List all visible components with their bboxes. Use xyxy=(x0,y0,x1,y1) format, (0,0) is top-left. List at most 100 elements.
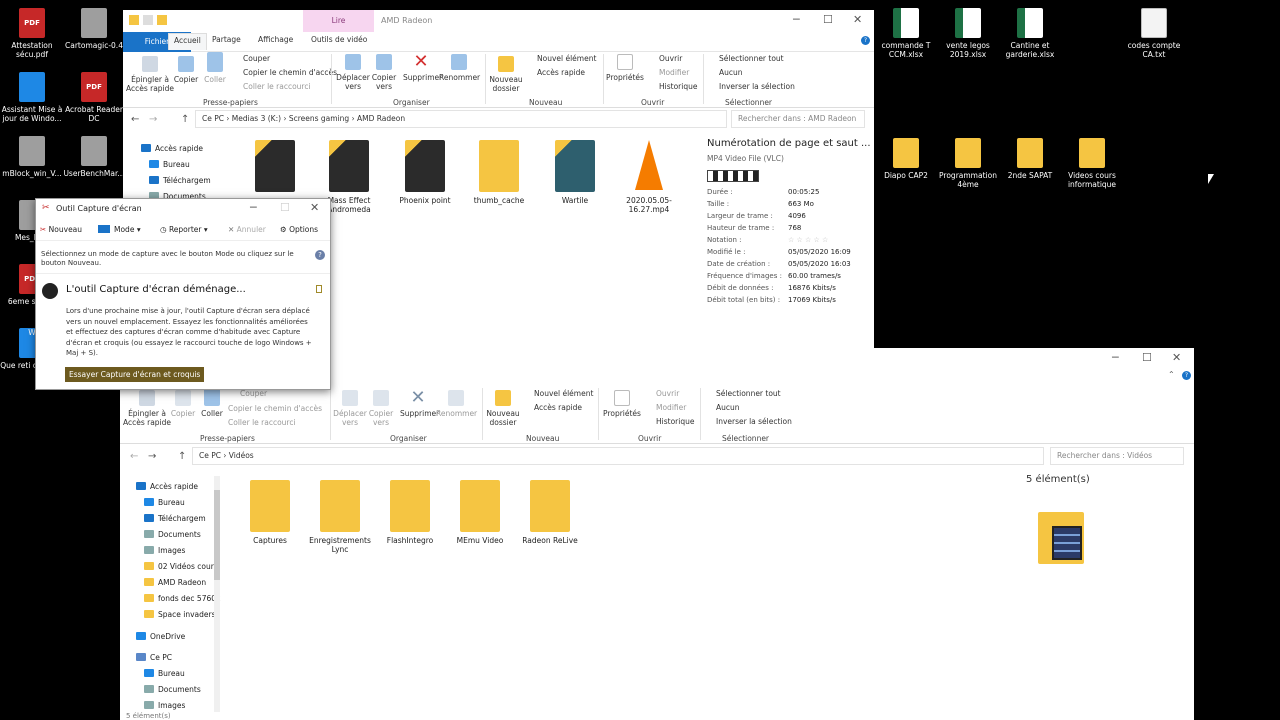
forward-button[interactable]: → xyxy=(149,114,157,125)
history-button[interactable]: Historique xyxy=(659,82,697,91)
select-all-button[interactable]: Sélectionner tout xyxy=(716,389,781,398)
nav-item[interactable]: Images xyxy=(144,546,185,555)
move-to-button[interactable]: Déplacer vers xyxy=(335,54,371,91)
paste-shortcut-button[interactable]: Coller le raccourci xyxy=(228,418,296,427)
select-none-button[interactable]: Aucun xyxy=(719,68,743,77)
address-bar[interactable]: Ce PC › Medias 3 (K:) › Screens gaming ›… xyxy=(195,110,727,128)
maximize-button[interactable]: ☐ xyxy=(823,13,833,26)
file-item[interactable]: thumb_cache xyxy=(465,140,533,205)
nav-scrollbar[interactable] xyxy=(214,476,220,712)
select-all-button[interactable]: Sélectionner tout xyxy=(719,54,784,63)
tab-view[interactable]: Affichage xyxy=(258,35,293,44)
back-button[interactable]: ← xyxy=(130,451,138,462)
search-input[interactable]: Rechercher dans : Vidéos xyxy=(1050,447,1184,465)
easy-access-button[interactable]: Accès rapide xyxy=(534,403,582,412)
desktop-shortcut[interactable]: vente legos 2019.xlsx xyxy=(936,8,1000,59)
delete-button[interactable]: ✕ Supprimer xyxy=(403,53,442,83)
new-folder-button[interactable]: Nouveau dossier xyxy=(484,390,522,427)
nav-item[interactable]: Accès rapide xyxy=(136,482,198,491)
cancel-button[interactable]: ✕ Annuler xyxy=(228,225,266,234)
minimize-button[interactable]: ─ xyxy=(793,13,800,26)
nav-item[interactable]: OneDrive xyxy=(136,632,185,641)
desktop-shortcut[interactable]: Cartomagic-0.4 xyxy=(62,8,126,50)
pin-quick-access-button[interactable]: Épingler à Accès rapide xyxy=(122,390,172,427)
help-icon[interactable]: ? xyxy=(861,36,870,45)
copy-to-button[interactable]: Copier vers xyxy=(366,390,396,427)
pin-quick-access-button[interactable]: Épingler à Accès rapide xyxy=(125,56,175,93)
folder-item[interactable]: Radeon ReLive xyxy=(516,480,584,545)
breadcrumb-item[interactable]: Ce PC xyxy=(202,114,224,123)
tab-home[interactable]: Accueil xyxy=(168,33,207,50)
easy-access-button[interactable]: Accès rapide xyxy=(537,68,585,77)
close-button[interactable]: ✕ xyxy=(310,201,319,214)
nav-item[interactable]: Téléchargem xyxy=(149,176,211,185)
options-button[interactable]: ⚙ Options xyxy=(280,225,318,234)
properties-button[interactable]: Propriétés xyxy=(605,54,645,82)
new-item-button[interactable]: Nouvel élément xyxy=(537,54,596,63)
history-button[interactable]: Historique xyxy=(656,417,694,426)
back-button[interactable]: ← xyxy=(131,114,139,125)
file-item[interactable]: Wartile xyxy=(541,140,609,205)
cut-button[interactable]: Couper xyxy=(240,389,267,398)
nav-item[interactable]: Bureau xyxy=(149,160,190,169)
delete-button[interactable]: ✕ Supprimer xyxy=(400,389,439,419)
desktop-shortcut[interactable]: 2nde SAPAT xyxy=(998,138,1062,180)
address-bar[interactable]: Ce PC › Vidéos xyxy=(192,447,1044,465)
edit-button[interactable]: Modifier xyxy=(659,68,689,77)
open-button[interactable]: Ouvrir xyxy=(659,54,682,63)
search-input[interactable]: Rechercher dans : AMD Radeon xyxy=(731,110,865,128)
nav-item[interactable]: Space invaders xyxy=(144,610,215,619)
nav-item[interactable]: fonds dec 5760x xyxy=(144,594,220,603)
nav-item[interactable]: Images xyxy=(144,701,185,710)
desktop-shortcut[interactable]: Cantine et garderie.xlsx xyxy=(998,8,1062,59)
copy-path-button[interactable]: Copier le chemin d'accès xyxy=(228,404,322,413)
paste-button[interactable]: Coller xyxy=(198,386,226,418)
up-button[interactable]: ↑ xyxy=(181,114,189,125)
scrollbar-thumb[interactable] xyxy=(214,490,220,580)
breadcrumb-item[interactable]: Vidéos xyxy=(229,451,254,460)
delay-button[interactable]: ◷ Reporter ▾ xyxy=(160,225,208,234)
breadcrumb-item[interactable]: Medias 3 (K:) xyxy=(232,114,281,123)
mode-button[interactable]: Mode ▾ xyxy=(98,225,141,234)
edit-button[interactable]: Modifier xyxy=(656,403,686,412)
desktop-shortcut[interactable]: Diapo CAP2 xyxy=(874,138,938,180)
up-button[interactable]: ↑ xyxy=(178,451,186,462)
forward-button[interactable]: → xyxy=(148,451,156,462)
desktop-shortcut[interactable]: Assistant Mise à jour de Windo... xyxy=(0,72,64,123)
nav-item[interactable]: Accès rapide xyxy=(141,144,203,153)
minimize-button[interactable]: ─ xyxy=(1112,351,1119,364)
collapse-ribbon-icon[interactable]: ⌃ xyxy=(1168,370,1175,379)
file-item[interactable] xyxy=(241,140,309,196)
nav-item[interactable]: Documents xyxy=(144,685,201,694)
close-button[interactable]: ✕ xyxy=(853,13,862,26)
tab-video-tools[interactable]: Outils de vidéo xyxy=(311,35,367,44)
folder-item[interactable]: Captures xyxy=(236,480,304,545)
desktop-shortcut[interactable]: commande T CCM.xlsx xyxy=(874,8,938,59)
desktop-shortcut[interactable]: Programmation 4ème xyxy=(936,138,1000,189)
minimize-button[interactable]: ─ xyxy=(250,201,257,214)
paste-shortcut-button[interactable]: Coller le raccourci xyxy=(243,82,311,91)
copy-to-button[interactable]: Copier vers xyxy=(369,54,399,91)
file-item[interactable]: 2020.05.05-16.27.mp4 xyxy=(615,140,683,214)
maximize-button[interactable]: ☐ xyxy=(1142,351,1152,364)
new-snip-button[interactable]: ✂ Nouveau xyxy=(40,225,82,234)
desktop-shortcut[interactable]: codes compte CA.txt xyxy=(1122,8,1186,59)
folder-item[interactable]: MEmu Video xyxy=(446,480,514,545)
nav-item[interactable]: Documents xyxy=(144,530,201,539)
notice-collapse-icon[interactable] xyxy=(316,285,322,293)
maximize-button[interactable]: ☐ xyxy=(280,201,290,214)
copy-path-button[interactable]: Copier le chemin d'accès xyxy=(243,68,337,77)
invert-selection-button[interactable]: Inverser la sélection xyxy=(716,417,792,426)
move-to-button[interactable]: Déplacer vers xyxy=(332,390,368,427)
nav-item[interactable]: Téléchargem xyxy=(144,514,206,523)
folder-item[interactable]: FlashIntegro xyxy=(376,480,444,545)
copy-button[interactable]: Copier xyxy=(170,390,196,418)
breadcrumb-item[interactable]: Screens gaming xyxy=(289,114,349,123)
quick-access-toolbar-icon[interactable] xyxy=(129,15,169,25)
nav-item[interactable]: AMD Radeon xyxy=(144,578,206,587)
breadcrumb-item[interactable]: AMD Radeon xyxy=(357,114,405,123)
file-item[interactable]: Phoenix point xyxy=(391,140,459,205)
new-item-button[interactable]: Nouvel élément xyxy=(534,389,593,398)
nav-item[interactable]: Bureau xyxy=(144,498,185,507)
tab-share[interactable]: Partage xyxy=(212,35,241,44)
